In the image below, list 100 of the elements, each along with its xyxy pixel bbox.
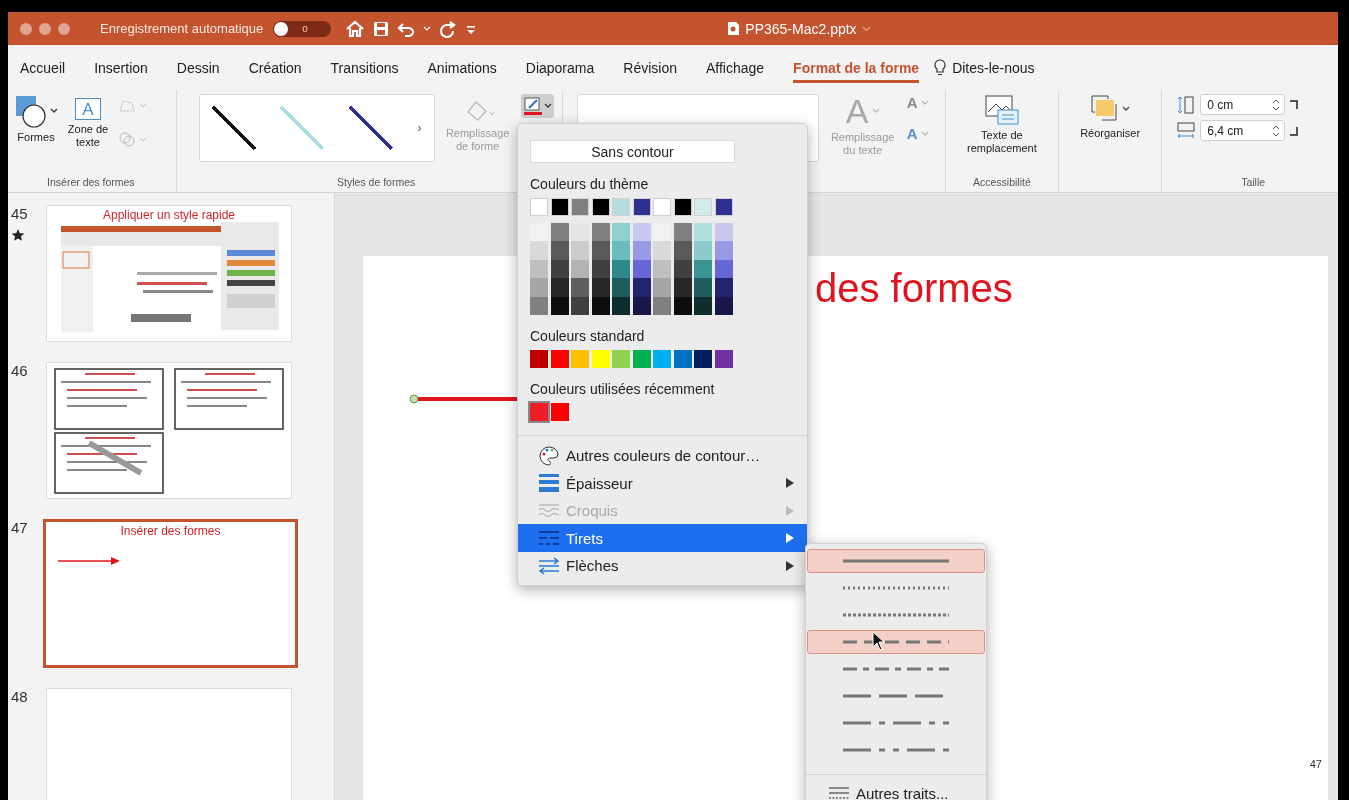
color-swatch[interactable] [714,278,733,297]
ribbon-tab[interactable]: Accueil [20,55,66,83]
color-swatch[interactable] [673,278,692,297]
color-swatch[interactable] [694,241,712,260]
color-swatch[interactable] [612,349,630,368]
color-swatch[interactable] [632,241,651,260]
caret-icon[interactable] [1122,106,1131,112]
color-swatch[interactable] [632,349,651,368]
stepper-icon[interactable] [1272,97,1281,112]
ribbon-tab[interactable]: Transitions [330,55,399,83]
color-swatch[interactable] [530,402,548,421]
ribbon-tab[interactable]: Dessin [176,55,220,83]
color-swatch[interactable] [673,223,692,242]
autosave-toggle[interactable]: o [273,20,332,37]
menu-item[interactable]: Épaisseur [518,469,807,497]
shapes-button[interactable]: Formes [14,94,58,144]
dash-style-option[interactable] [807,630,985,654]
color-swatch[interactable] [612,241,630,260]
color-swatch[interactable] [673,259,692,279]
color-swatch[interactable] [550,402,569,421]
dash-style-option[interactable] [807,549,985,573]
lock-bracket-icon[interactable] [1289,98,1300,111]
slide-thumbnail[interactable] [46,688,292,800]
window-control[interactable] [58,22,70,35]
color-swatch[interactable] [632,296,651,315]
caret-icon[interactable] [50,108,58,114]
color-swatch[interactable] [653,241,671,260]
menu-item[interactable]: Autres couleurs de contour… [518,441,807,470]
color-swatch[interactable] [550,349,569,368]
slide-thumbnail[interactable]: Insérer des formes [43,519,298,668]
shape-style-gallery[interactable]: › [198,94,435,162]
window-control[interactable] [39,22,51,35]
color-swatch[interactable] [632,223,651,242]
ribbon-tab[interactable]: Révision [623,55,677,83]
redo-icon[interactable] [439,19,458,38]
ribbon-tab[interactable]: Création [248,55,302,83]
ribbon-tab[interactable]: Affichage [705,55,765,83]
color-swatch[interactable] [550,278,569,297]
line-style-preview[interactable] [211,106,256,150]
color-swatch[interactable] [571,241,589,260]
color-swatch[interactable] [653,223,671,242]
color-swatch[interactable] [591,241,610,260]
ribbon-tab[interactable]: Format de la forme [793,55,920,83]
color-swatch[interactable] [530,223,548,242]
ribbon-tab[interactable]: Insertion [94,55,148,83]
color-swatch[interactable] [694,278,712,297]
color-swatch[interactable] [673,349,692,368]
color-swatch[interactable] [530,241,548,260]
color-swatch[interactable] [591,259,610,279]
color-swatch[interactable] [612,278,630,297]
lock-bracket-icon[interactable] [1289,124,1300,137]
submenu-arrow-icon [785,504,795,517]
color-swatch[interactable] [673,296,692,315]
ribbon-tab[interactable]: Diaporama [525,55,595,83]
color-swatch[interactable] [550,241,569,260]
arrange-button[interactable]: Réorganiser [1080,94,1141,140]
color-swatch[interactable] [632,259,651,279]
color-swatch[interactable] [612,223,630,242]
color-swatch[interactable] [571,223,589,242]
line-style-preview[interactable] [348,106,393,150]
color-swatch[interactable] [673,241,692,260]
color-swatch[interactable] [714,241,733,260]
color-swatch[interactable] [550,259,569,279]
color-swatch[interactable] [550,223,569,242]
color-swatch[interactable] [714,296,733,315]
ribbon-tab[interactable]: Animations [427,55,497,83]
line-weight-icon [538,473,560,494]
menu-item[interactable]: Flèches [518,551,807,580]
more-lines-item[interactable]: Autres traits... [806,774,986,800]
color-swatch[interactable] [632,278,651,297]
stepper-icon[interactable] [1272,123,1281,138]
menu-item[interactable]: Tirets [518,524,807,552]
color-swatch[interactable] [714,349,733,368]
shape-outline-button[interactable] [520,94,554,118]
color-swatch[interactable] [694,223,712,242]
tell-me-field[interactable]: Dites-le-nous [952,59,1035,76]
color-swatch[interactable] [530,349,548,368]
color-swatch[interactable] [591,278,610,297]
save-icon[interactable] [373,20,390,37]
color-swatch[interactable] [714,259,733,279]
alt-text-button[interactable]: Texte de remplacement [953,94,1050,155]
color-swatch[interactable] [714,223,733,242]
window-control[interactable] [20,22,32,35]
color-swatch[interactable] [591,223,610,242]
color-swatch[interactable] [530,278,548,297]
color-swatch[interactable] [653,349,671,368]
color-swatch[interactable] [591,296,610,315]
color-swatch[interactable] [550,296,569,315]
slide-thumbnail[interactable]: Appliquer un style rapide [46,205,292,342]
gallery-more-arrow[interactable]: › [417,121,422,135]
color-swatch[interactable] [571,278,589,297]
undo-icon[interactable] [397,20,416,37]
text-box-button[interactable]: A Zone de texte [64,94,112,149]
size-field[interactable]: 0 cm [1200,94,1286,115]
color-swatch[interactable] [694,349,712,368]
home-icon[interactable] [345,19,366,38]
no-outline-button[interactable]: Sans contour [530,140,735,163]
caret-icon[interactable] [543,103,552,109]
color-swatch[interactable] [653,278,671,297]
size-field[interactable]: 6,4 cm [1200,120,1286,141]
